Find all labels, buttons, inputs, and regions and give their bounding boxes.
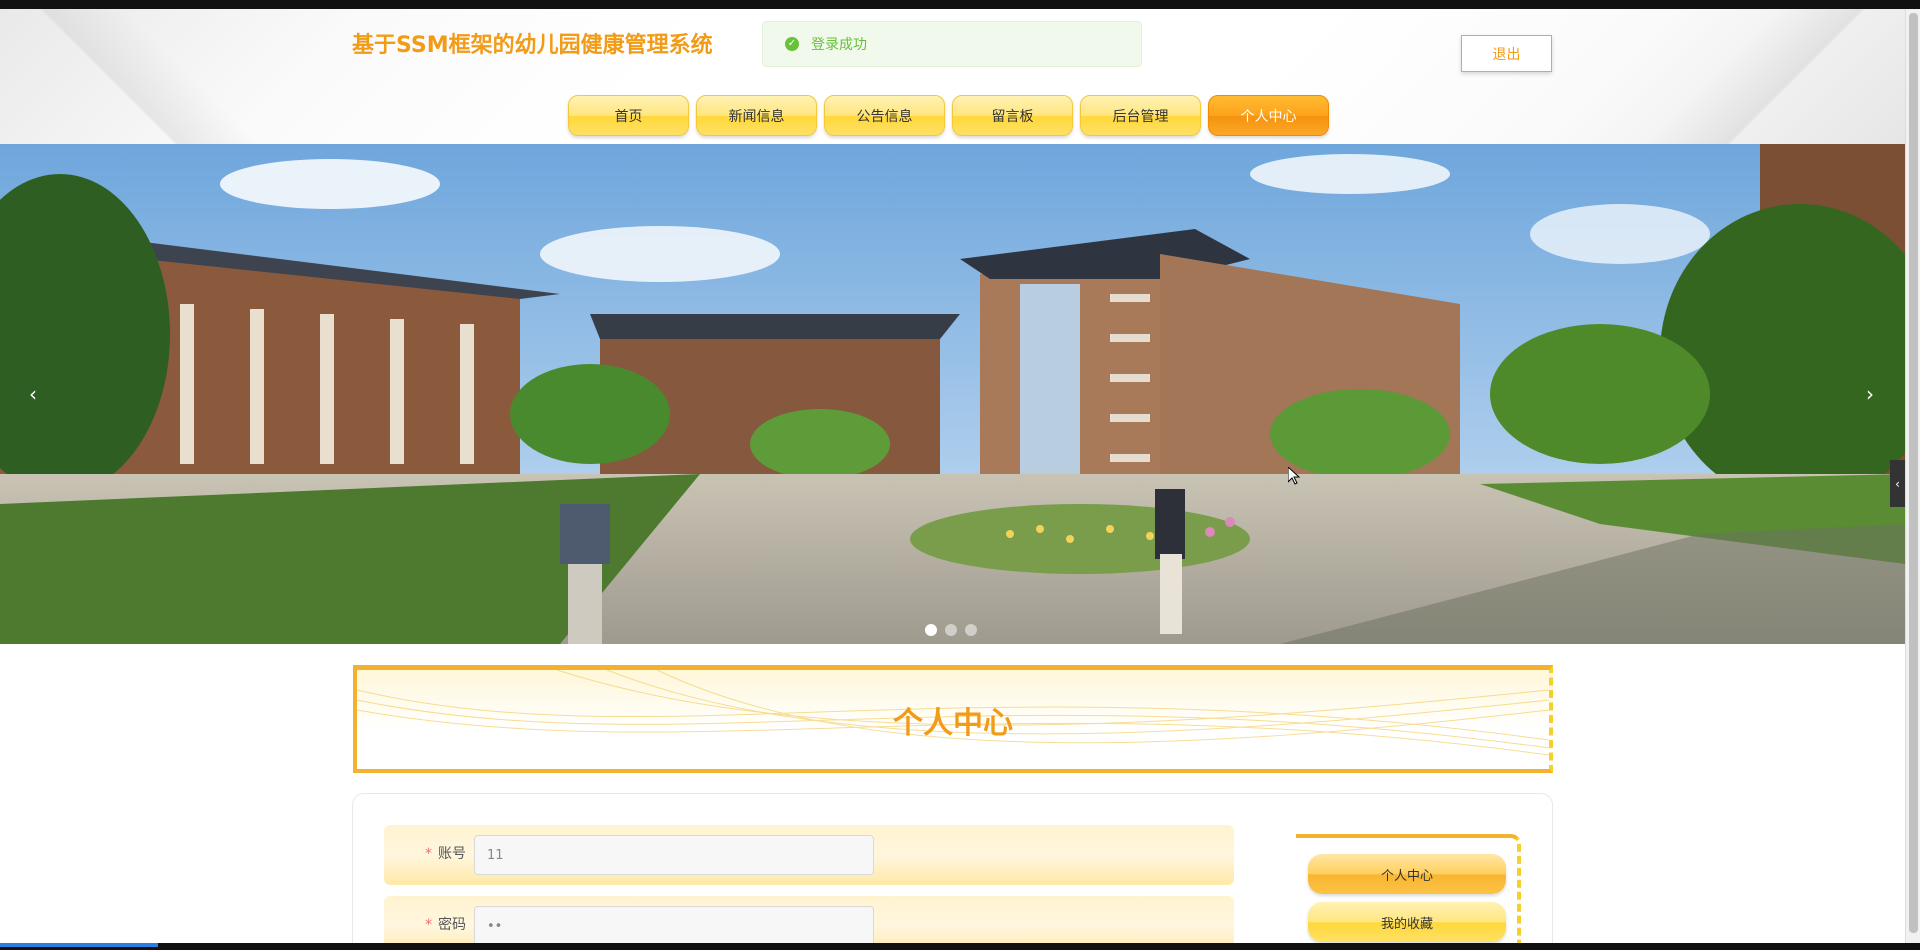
carousel-indicators [925,624,977,636]
nav-item-news[interactable]: 新闻信息 [696,95,817,136]
profile-side-menu: 个人中心 我的收藏 [1296,834,1521,943]
logout-button[interactable]: 退出 [1461,35,1552,72]
section-title-panel: 个人中心 [353,665,1553,773]
scrollbar-thumb[interactable] [1909,13,1918,933]
password-form-row: * 密码 •• [384,896,1234,943]
section-title: 个人中心 [893,705,1013,741]
browser-top-strip [0,0,1920,9]
mouse-cursor-icon [1288,467,1300,485]
nav-item-profile[interactable]: 个人中心 [1208,95,1329,136]
carousel-dot-1[interactable] [925,624,937,636]
carousel-prev-arrow[interactable]: ‹ [18,374,48,414]
nav-item-message-board[interactable]: 留言板 [952,95,1073,136]
browser-bottom-strip [0,943,1920,950]
header-decoration-left [0,9,300,144]
side-menu-favorites[interactable]: 我的收藏 [1308,902,1506,942]
carousel-dot-2[interactable] [945,624,957,636]
toast-message: 登录成功 [811,37,867,53]
page-load-progress [0,943,158,947]
password-input[interactable]: •• [474,906,874,943]
login-success-toast: ✓ 登录成功 [762,21,1142,67]
side-panel-toggle[interactable]: ‹ [1890,460,1905,507]
required-marker: * [425,917,432,933]
page: 基于SSM框架的幼儿园健康管理系统 ✓ 登录成功 退出 首页 新闻信息 公告信息… [0,9,1905,943]
password-label-text: 密码 [438,917,466,933]
account-form-row: * 账号 11 [384,825,1234,885]
account-label-text: 账号 [438,846,466,862]
site-title: 基于SSM框架的幼儿园健康管理系统 [352,33,713,58]
nav-item-home[interactable]: 首页 [568,95,689,136]
profile-form-card: * 账号 11 * 密码 •• 个人中心 我的收藏 [352,793,1553,943]
site-header: 基于SSM框架的幼儿园健康管理系统 ✓ 登录成功 退出 首页 新闻信息 公告信息… [0,9,1905,144]
vertical-scrollbar[interactable] [1905,9,1920,943]
nav-item-announcements[interactable]: 公告信息 [824,95,945,136]
side-menu-profile[interactable]: 个人中心 [1308,854,1506,894]
main-nav: 首页 新闻信息 公告信息 留言板 后台管理 个人中心 [568,95,1329,136]
account-label: * 账号 [384,843,466,863]
required-marker: * [425,846,432,862]
account-input[interactable]: 11 [474,835,874,875]
header-decoration-right [1605,9,1905,144]
campus-banner-carousel: ‹ › [0,144,1905,644]
carousel-next-arrow[interactable]: › [1855,374,1885,414]
carousel-dot-3[interactable] [965,624,977,636]
password-label: * 密码 [384,914,466,934]
campus-banner-image [0,144,1905,644]
check-circle-icon: ✓ [785,37,799,51]
nav-item-admin[interactable]: 后台管理 [1080,95,1201,136]
